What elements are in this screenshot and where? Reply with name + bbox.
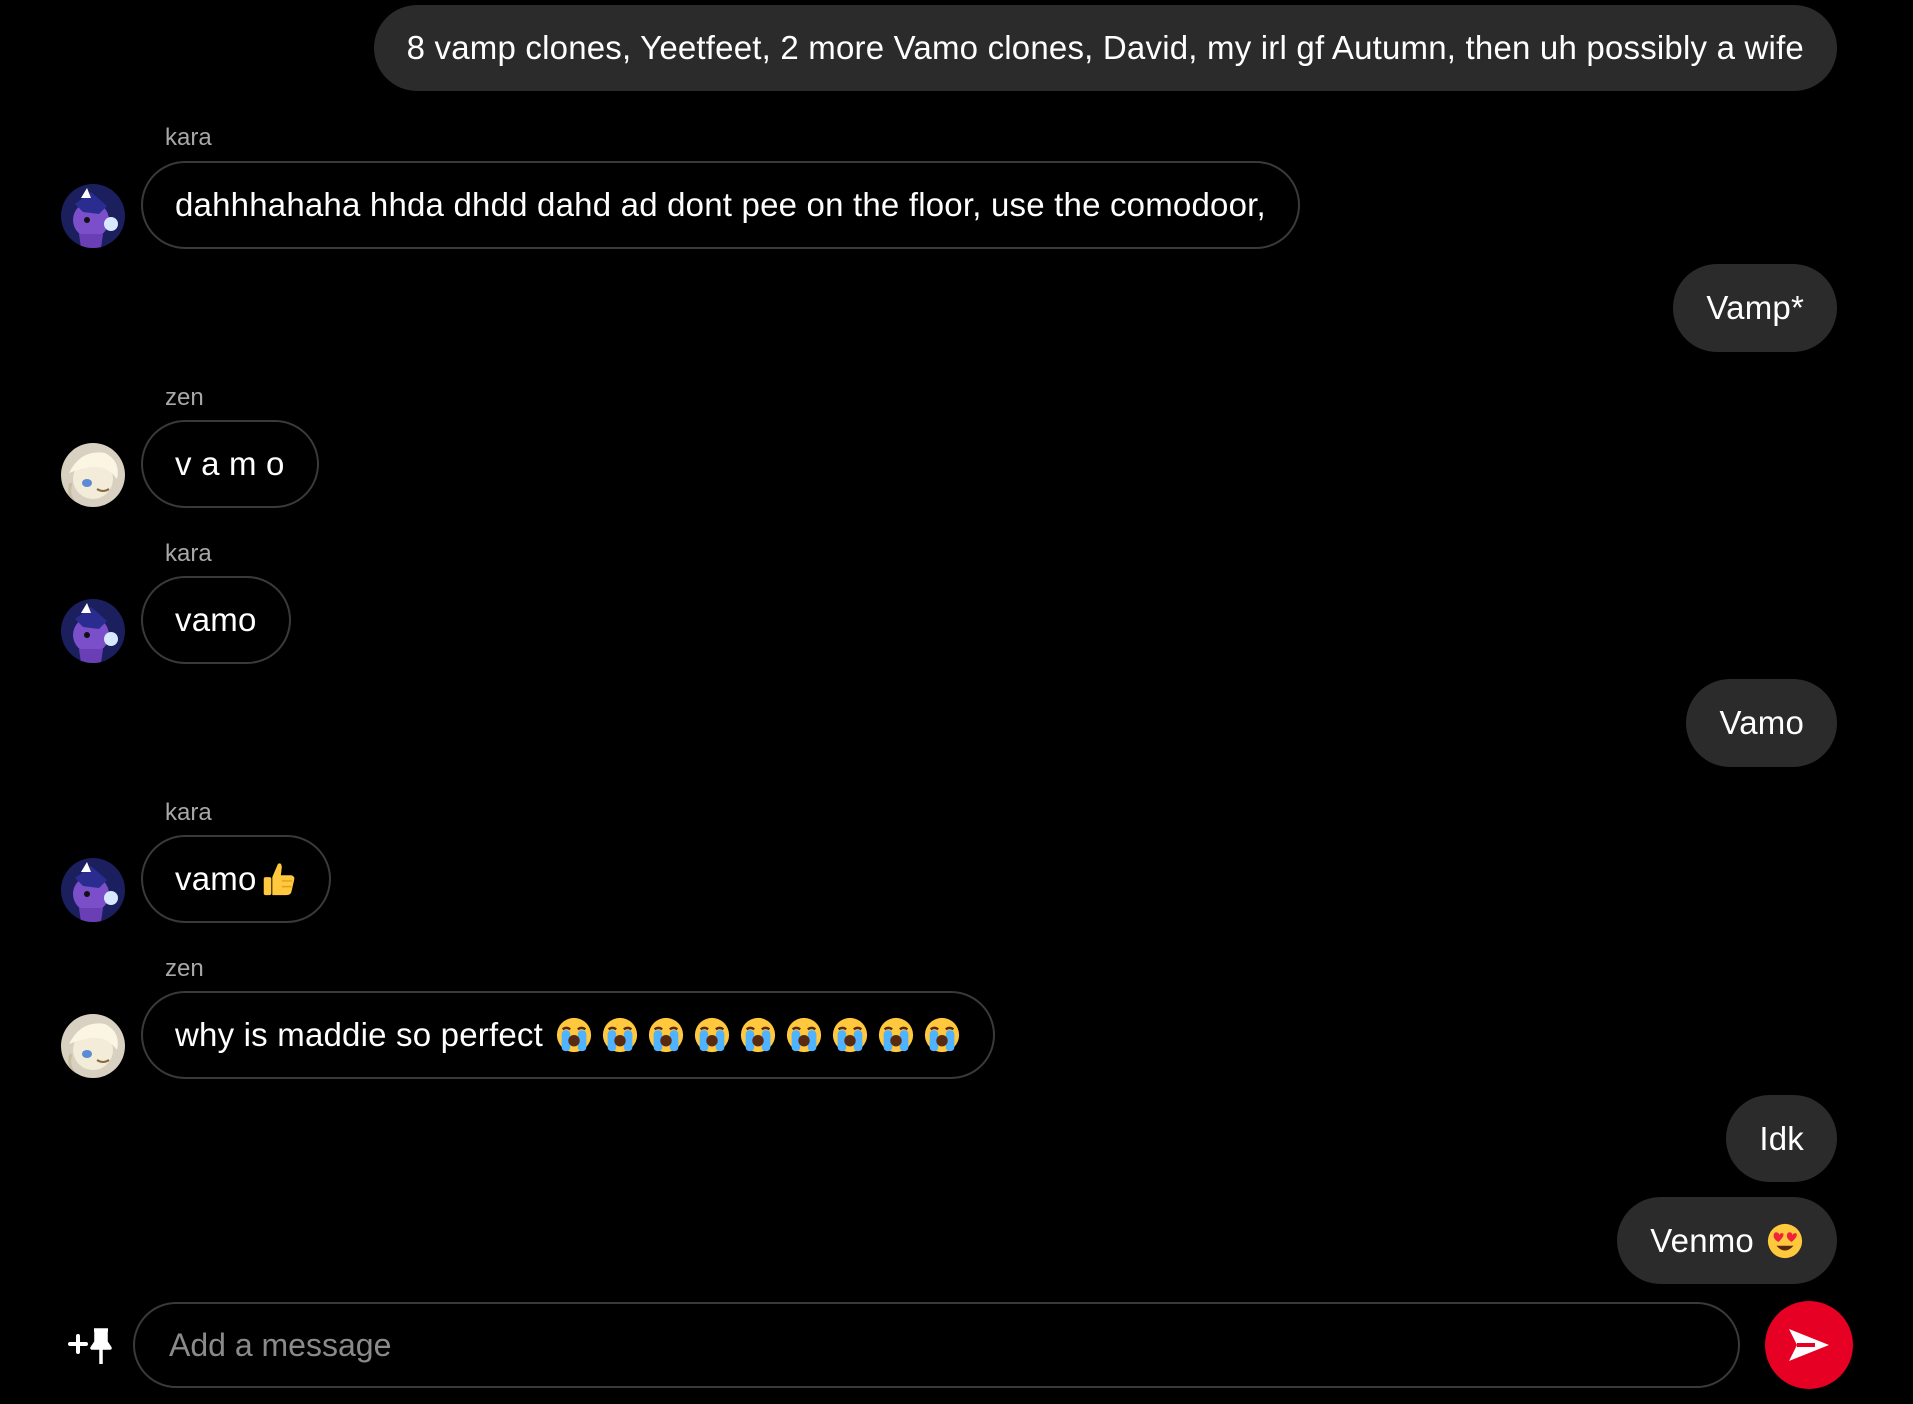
message-text: vamo [175, 601, 257, 638]
kara-avatar[interactable] [61, 184, 125, 248]
crying-emoji-row [555, 1016, 961, 1054]
kara-avatar[interactable] [61, 599, 125, 663]
outgoing-message[interactable]: Vamo [1686, 679, 1837, 767]
message-text: Vamo [1719, 704, 1804, 741]
message-text: vamo [175, 860, 257, 897]
sender-name: kara [165, 540, 212, 567]
send-arrow-icon [1789, 1329, 1829, 1361]
loudly-crying-emoji [602, 1017, 638, 1053]
message-text: v a m o [175, 445, 285, 482]
outgoing-message[interactable]: Idk [1726, 1095, 1837, 1182]
kara-avatar-image [61, 858, 125, 922]
message-text: why is maddie so perfect [175, 1016, 543, 1053]
incoming-message[interactable]: why is maddie so perfect [141, 991, 995, 1079]
loudly-crying-emoji [648, 1017, 684, 1053]
outgoing-message[interactable]: Vamp* [1673, 264, 1837, 352]
kara-avatar-image [61, 184, 125, 248]
plus-pin-icon[interactable] [66, 1322, 114, 1368]
message-text: 8 vamp clones, Yeetfeet, 2 more Vamo clo… [406, 29, 1804, 66]
message-text: Venmo [1650, 1221, 1754, 1259]
incoming-message[interactable]: vamo [141, 576, 291, 664]
message-text: dahhhahaha hhda dhdd dahd ad dont pee on… [175, 186, 1266, 223]
zen-avatar-image [61, 443, 125, 507]
loudly-crying-emoji [786, 1017, 822, 1053]
sender-name: kara [165, 799, 212, 826]
sender-name: zen [165, 955, 204, 982]
sender-name: zen [165, 384, 204, 411]
zen-avatar-image [61, 1014, 125, 1078]
loudly-crying-emoji [556, 1017, 592, 1053]
loudly-crying-emoji [878, 1017, 914, 1053]
zen-avatar[interactable] [61, 1014, 125, 1078]
sender-name: kara [165, 124, 212, 151]
loudly-crying-emoji [740, 1017, 776, 1053]
message-composer[interactable] [133, 1302, 1740, 1388]
outgoing-message[interactable]: Venmo [1617, 1197, 1837, 1284]
thumbs-up-emoji [263, 863, 294, 896]
heart-eyes-emoji [1767, 1223, 1803, 1258]
plus-pin-icon-graphic [68, 1328, 112, 1364]
loudly-crying-emoji [832, 1017, 868, 1053]
zen-avatar[interactable] [61, 443, 125, 507]
message-text: Vamp* [1706, 289, 1804, 326]
outgoing-message[interactable]: 8 vamp clones, Yeetfeet, 2 more Vamo clo… [373, 5, 1837, 91]
incoming-message[interactable]: vamo [141, 835, 331, 923]
message-input[interactable] [167, 1325, 1706, 1365]
loudly-crying-emoji [924, 1017, 960, 1053]
incoming-message[interactable]: v a m o [141, 420, 319, 508]
kara-avatar-image [61, 599, 125, 663]
loudly-crying-emoji [694, 1017, 730, 1053]
kara-avatar[interactable] [61, 858, 125, 922]
send-button[interactable] [1765, 1301, 1853, 1389]
message-text: Idk [1759, 1119, 1804, 1157]
incoming-message[interactable]: dahhhahaha hhda dhdd dahd ad dont pee on… [141, 161, 1300, 249]
